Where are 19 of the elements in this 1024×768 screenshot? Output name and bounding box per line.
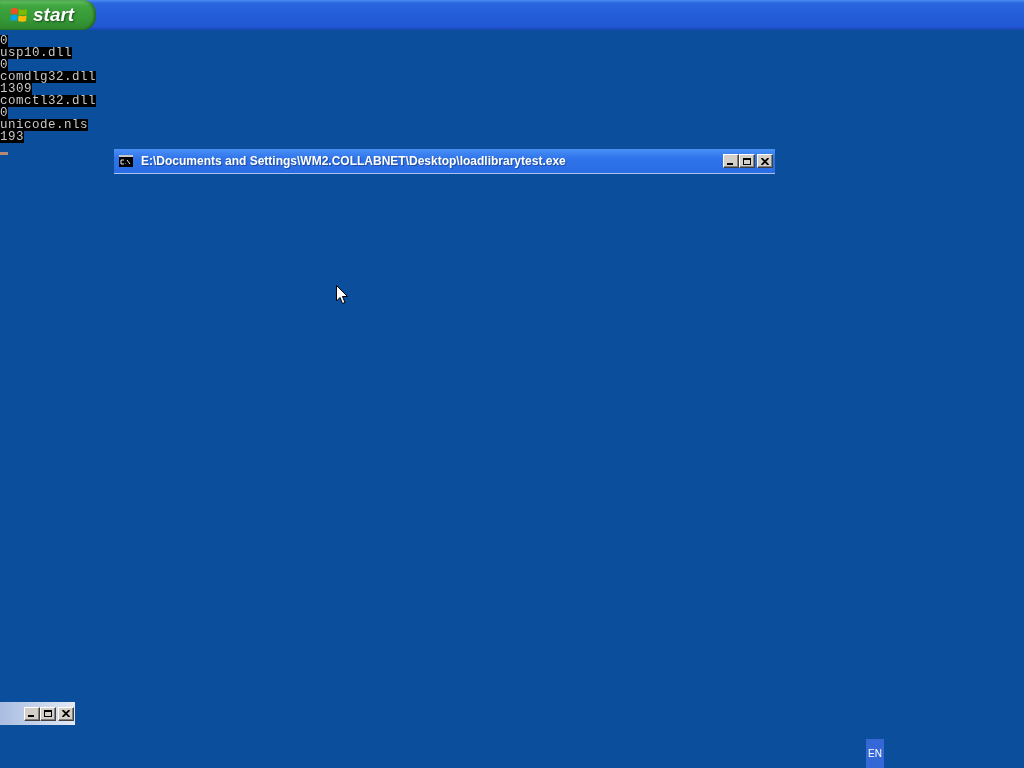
maximize-icon <box>44 710 52 717</box>
maximize-icon <box>743 157 751 165</box>
windows-flag-icon <box>10 6 28 24</box>
close-button[interactable] <box>757 154 773 168</box>
minimized-window-bar[interactable] <box>0 702 75 725</box>
window-title-bar[interactable]: E:\Documents and Settings\WM2.COLLABNET\Desktop\loadlibrarytest.exe <box>114 149 775 174</box>
close-icon <box>761 157 769 165</box>
minimize-button[interactable] <box>723 154 739 168</box>
maximize-button[interactable] <box>40 706 56 721</box>
minimize-button[interactable] <box>24 706 40 721</box>
close-button[interactable] <box>58 706 74 721</box>
start-button[interactable]: start <box>0 0 96 30</box>
console-icon <box>119 155 133 167</box>
language-indicator[interactable]: EN <box>866 739 884 768</box>
mouse-pointer-icon <box>336 285 348 304</box>
close-icon <box>62 710 70 717</box>
window-title: E:\Documents and Settings\WM2.COLLABNET\Desktop\loadlibrarytest.exe <box>141 154 566 168</box>
maximize-button[interactable] <box>739 154 755 168</box>
text-cursor-icon <box>0 152 8 155</box>
